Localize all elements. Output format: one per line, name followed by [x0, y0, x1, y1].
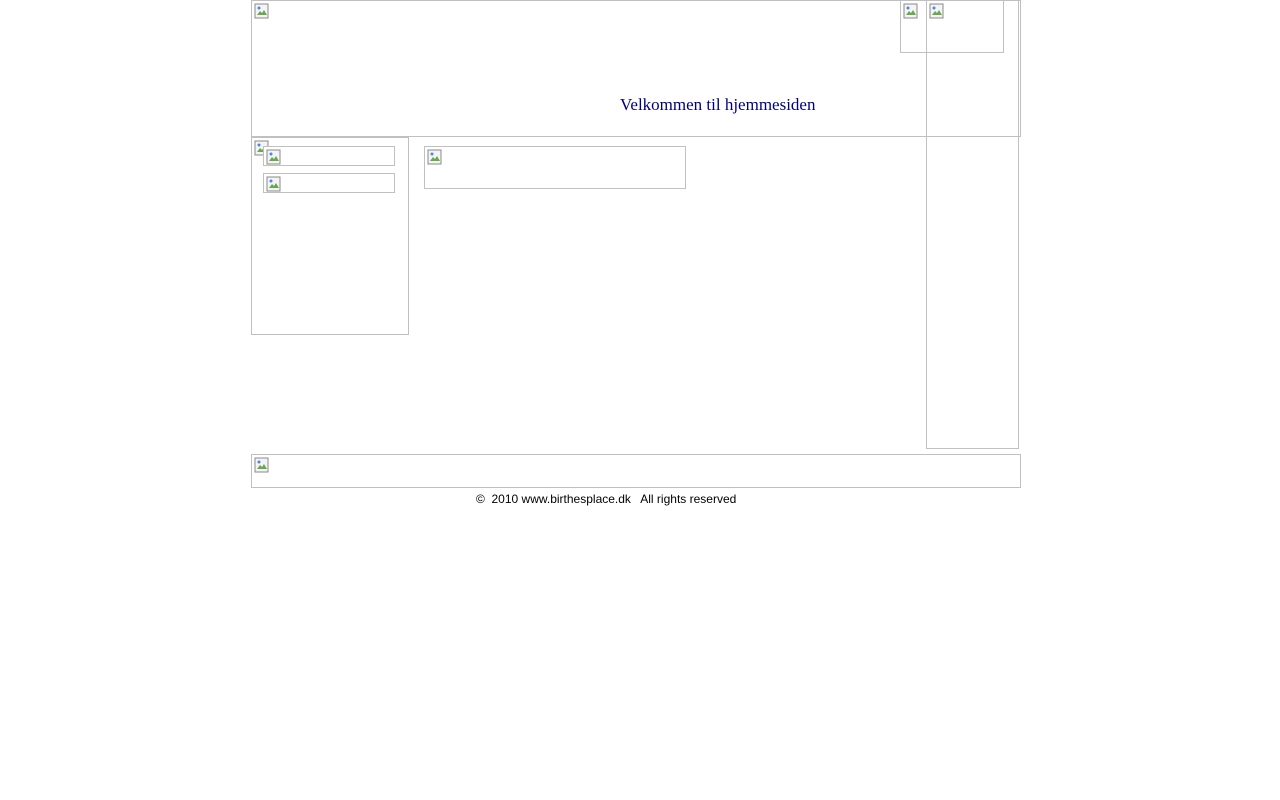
- broken-image-icon: [254, 3, 269, 19]
- broken-image-icon: [903, 3, 918, 19]
- main-content-image: [424, 146, 686, 189]
- footer-bar-image: [251, 454, 1021, 488]
- broken-image-icon: [254, 457, 269, 473]
- broken-image-icon: [266, 176, 281, 192]
- welcome-heading: Velkommen til hjemmesiden: [620, 95, 816, 114]
- right-column-image: [926, 0, 1019, 449]
- left-nav-panel: [251, 137, 409, 335]
- broken-image-icon: [427, 149, 442, 165]
- broken-image-icon: [266, 149, 281, 165]
- copyright-text: © 2010 www.birthesplace.dk All rights re…: [476, 492, 737, 506]
- nav-button-2[interactable]: [263, 173, 395, 193]
- nav-button-1[interactable]: [263, 146, 395, 166]
- page: Velkommen til hjemmesiden © 2010 www.bir…: [0, 0, 1280, 800]
- header-small-image: [900, 0, 927, 53]
